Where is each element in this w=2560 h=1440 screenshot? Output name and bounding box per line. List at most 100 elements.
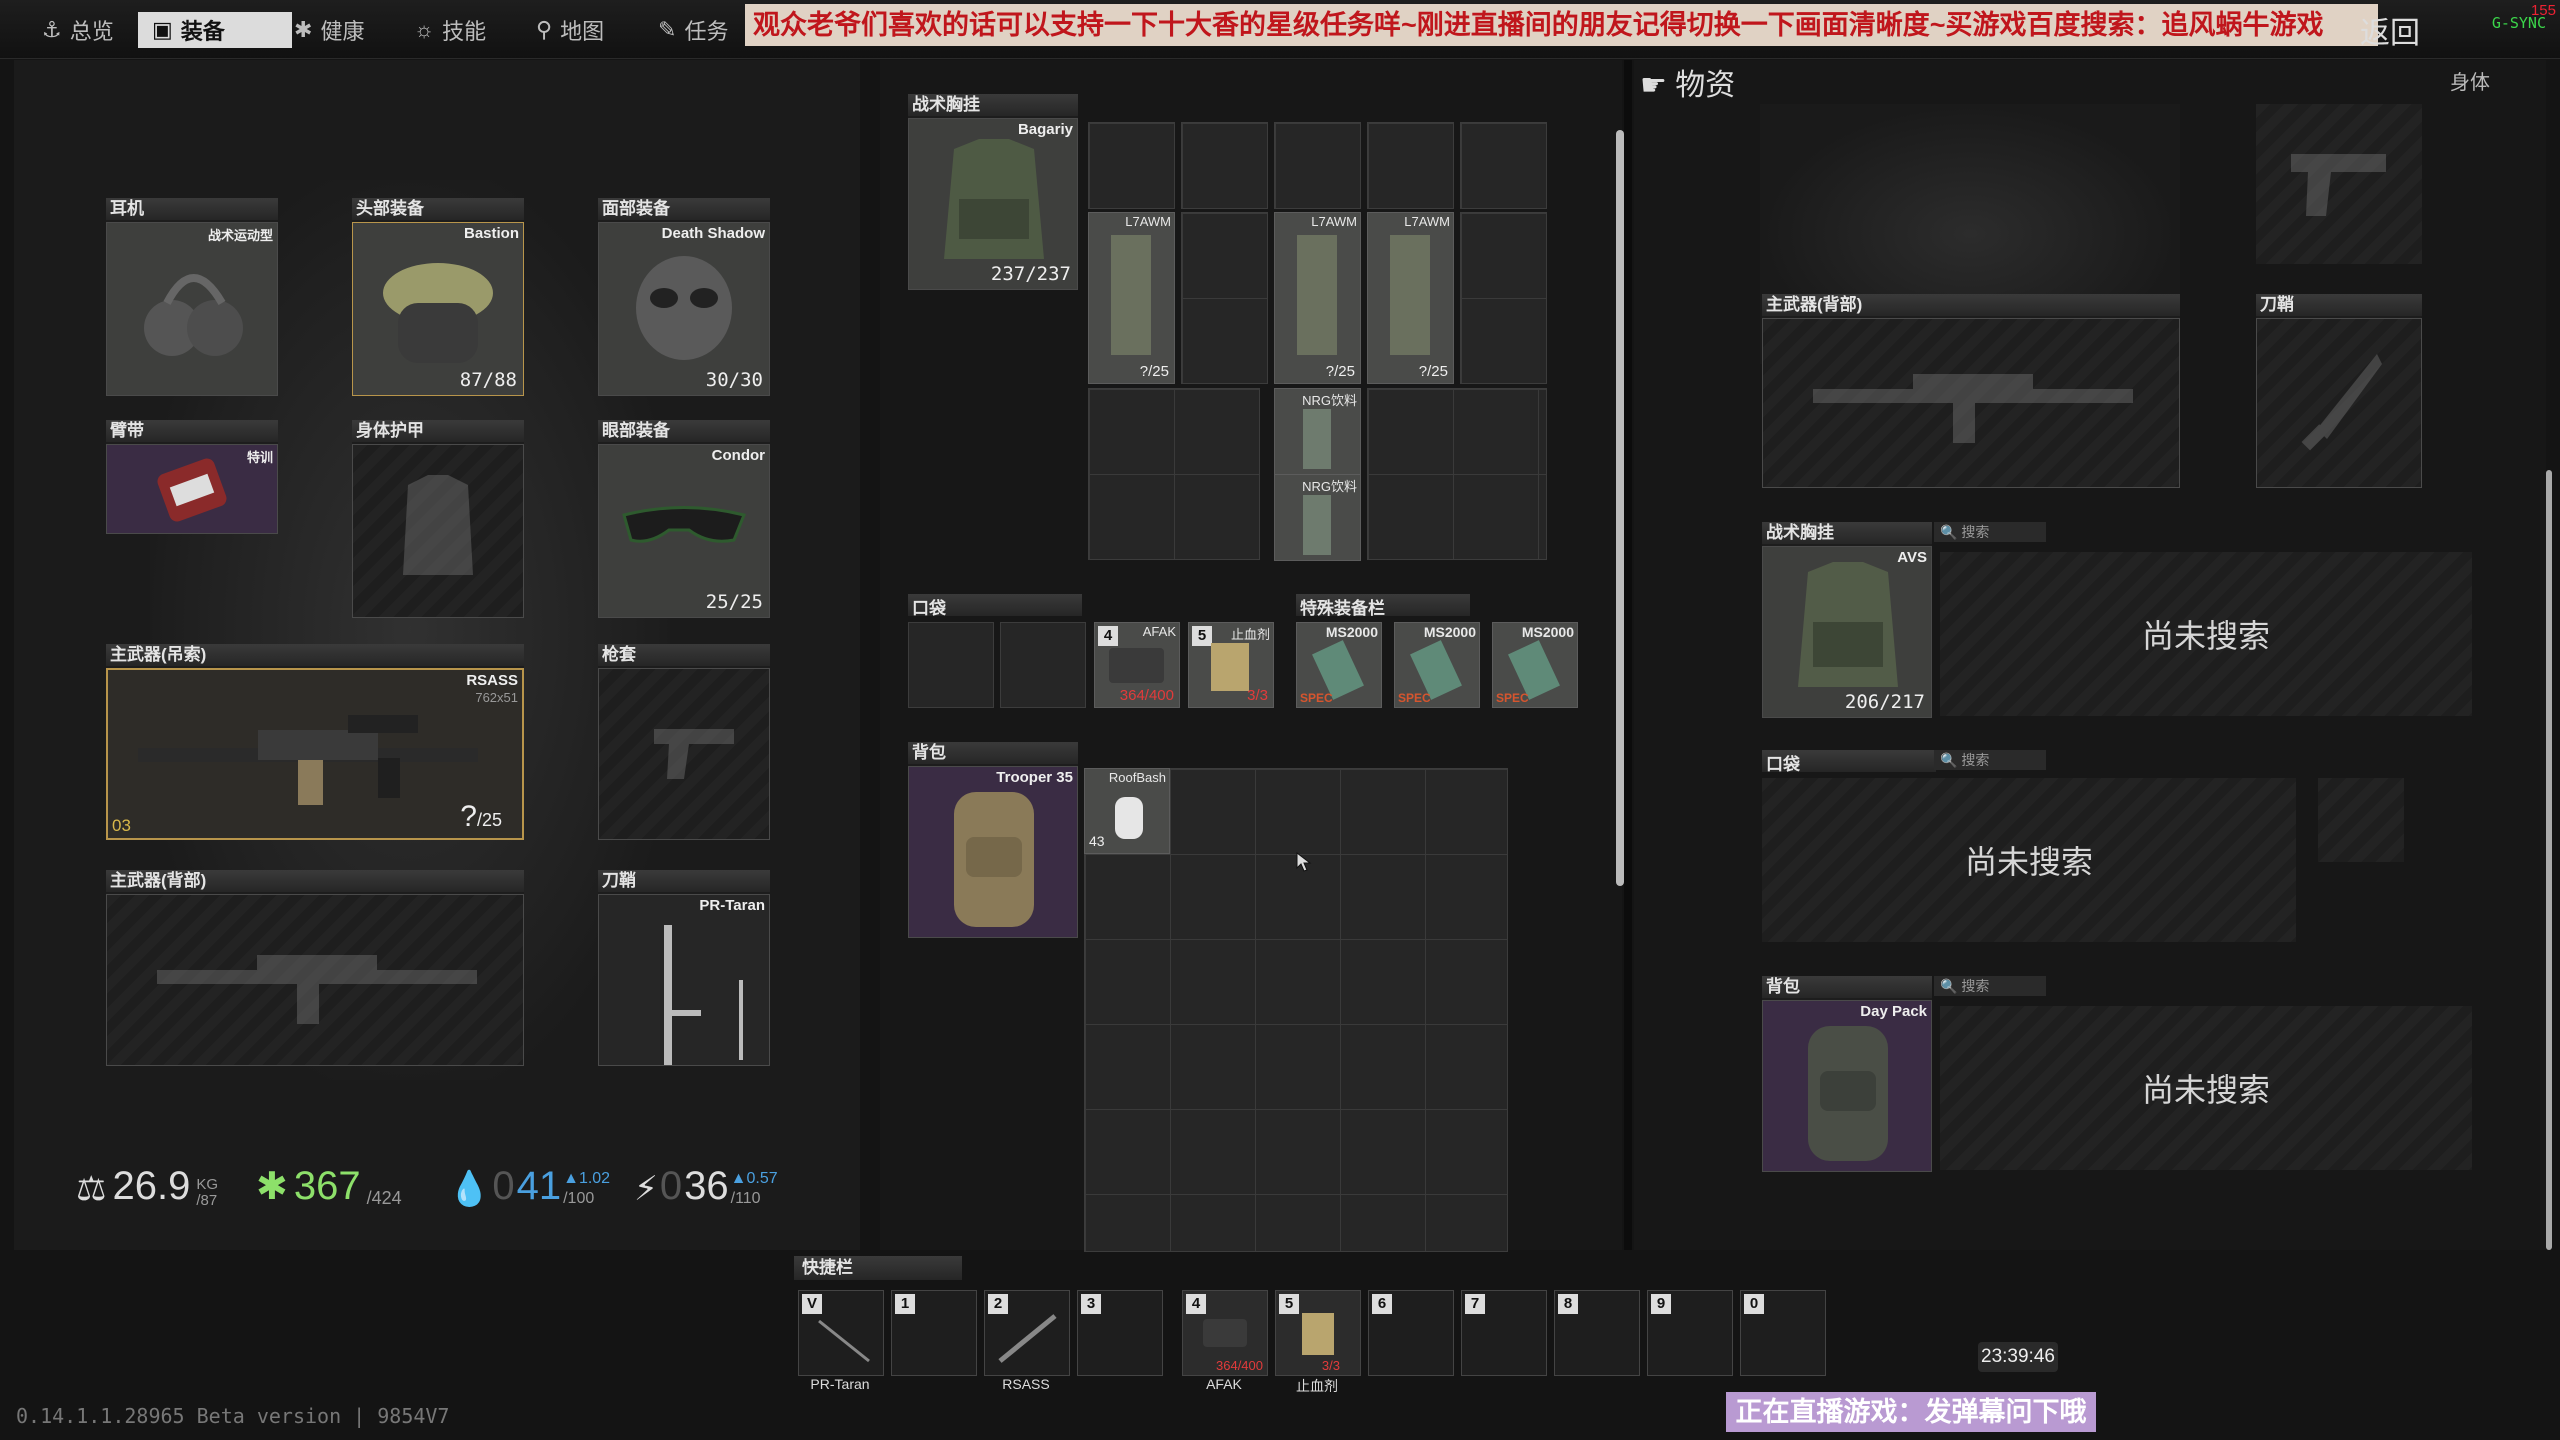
roofbash-item[interactable]: RoofBash 43	[1084, 768, 1170, 854]
loot-slot-backpack[interactable]: 背包 Day Pack	[1762, 976, 1932, 1172]
ammo-count: ?/25	[460, 800, 502, 833]
vest-icon	[944, 139, 1044, 259]
magazine-icon	[1390, 235, 1430, 355]
magazine-icon	[1111, 235, 1151, 355]
loot-pocket-cell[interactable]	[2318, 778, 2404, 862]
energy-drink-item[interactable]: NRG饮料	[1274, 474, 1361, 561]
loot-slot-primary-back[interactable]: 主武器(背部)	[1762, 294, 2180, 488]
pocket-cell[interactable]	[908, 622, 994, 708]
slot-primary-back[interactable]: 主武器(背部)	[106, 870, 524, 1066]
ms2000-item[interactable]: MS2000 SPEC	[1296, 622, 1382, 708]
pistol-placeholder-icon	[2291, 154, 2386, 216]
slot-eyewear[interactable]: 眼部装备 Condor 25/25	[598, 420, 770, 618]
rifle-placeholder-icon	[1813, 374, 2133, 443]
backpack-slot[interactable]: 背包 Trooper 35	[908, 742, 1078, 938]
panel-divider	[1624, 60, 1632, 1250]
water-drop-icon: 💧	[448, 1170, 491, 1208]
loot-title: ☛ 物资	[1640, 69, 1736, 102]
quick-slot-4[interactable]: 4 364/400	[1182, 1290, 1268, 1376]
can-icon	[1303, 495, 1331, 555]
magazine-item[interactable]: L7AWM ?/25	[1367, 212, 1454, 384]
ms2000-item[interactable]: MS2000 SPEC	[1492, 622, 1578, 708]
backpack-icon	[954, 792, 1034, 927]
tasks-icon: ✎	[658, 17, 677, 42]
energy-drink-item[interactable]: NRG饮料	[1274, 388, 1361, 475]
rig-cell[interactable]	[1088, 388, 1260, 560]
health-icon: ✱	[294, 17, 313, 42]
quick-label: AFAK	[1206, 1376, 1242, 1392]
rig-cell[interactable]	[1181, 212, 1268, 384]
rig-cell[interactable]	[1367, 122, 1454, 209]
quick-slot-v[interactable]: V	[798, 1290, 884, 1376]
tab-map[interactable]: ⚲ 地图	[522, 12, 618, 48]
quick-slot-7[interactable]: 7	[1461, 1290, 1547, 1376]
loot-slot-scabbard[interactable]: 刀鞘	[2256, 294, 2422, 488]
pockets-not-searched[interactable]: 尚未搜索	[1762, 778, 2296, 942]
quick-slot-6[interactable]: 6	[1368, 1290, 1454, 1376]
afak-item[interactable]: 4 AFAK 364/400	[1094, 622, 1180, 708]
quick-slot-5[interactable]: 5 3/3	[1275, 1290, 1361, 1376]
glasses-icon	[622, 506, 747, 543]
weight-stat: ⚖ 26.9 KG/87	[76, 1164, 219, 1209]
pockets-search-button[interactable]: 🔍 搜索	[1934, 750, 2046, 770]
rig-cell[interactable]	[1274, 122, 1361, 209]
quick-slot-9[interactable]: 9	[1647, 1290, 1733, 1376]
quick-label: RSASS	[1002, 1376, 1050, 1392]
clock: 23:39:46	[1978, 1342, 2058, 1372]
armor-placeholder-icon	[403, 475, 473, 575]
quick-slot-2[interactable]: 2	[984, 1290, 1070, 1376]
slot-body-armor[interactable]: 身体护甲	[352, 420, 524, 618]
quick-slot-1[interactable]: 1	[891, 1290, 977, 1376]
slot-holster[interactable]: 枪套	[598, 644, 770, 840]
medkit-icon	[1203, 1319, 1247, 1347]
backpack-not-searched[interactable]: 尚未搜索	[1940, 1006, 2472, 1170]
pockets-header: 口袋	[908, 594, 1082, 618]
rig-not-searched[interactable]: 尚未搜索	[1940, 552, 2472, 716]
quick-slot-8[interactable]: 8	[1554, 1290, 1640, 1376]
knife-placeholder-icon	[2301, 354, 2382, 451]
slot-headwear[interactable]: 头部装备 Bastion 87/88	[352, 198, 524, 396]
rig-cell[interactable]	[1460, 212, 1547, 384]
backpack-search-button[interactable]: 🔍 搜索	[1934, 976, 2046, 996]
loot-body-tab[interactable]: 身体	[2450, 66, 2490, 95]
containers-scrollbar[interactable]	[1616, 130, 1624, 886]
tab-gear[interactable]: ▣ 装备	[138, 12, 292, 48]
rifle-icon	[138, 715, 478, 805]
special-slots-header: 特殊装备栏	[1296, 594, 1470, 618]
mask-icon	[636, 256, 732, 360]
baton-icon	[664, 925, 743, 1065]
rig-cell[interactable]	[1460, 122, 1547, 209]
rig-search-button[interactable]: 🔍 搜索	[1934, 522, 2046, 542]
magazine-item[interactable]: L7AWM ?/25	[1088, 212, 1175, 384]
tab-overview[interactable]: ⚓ 总览	[28, 12, 128, 48]
slot-armband[interactable]: 臂带 特训	[106, 420, 278, 534]
slot-scabbard[interactable]: 刀鞘 PR-Taran	[598, 870, 770, 1066]
tab-health[interactable]: ✱ 健康	[280, 12, 378, 48]
loot-slot-rig[interactable]: 战术胸挂 AVS 206/217	[1762, 522, 1932, 718]
loot-holster-slot[interactable]	[2256, 104, 2422, 264]
slot-earpiece[interactable]: 耳机 战术运动型	[106, 198, 278, 396]
health-icon: ✱	[256, 1166, 288, 1208]
loot-scrollbar[interactable]	[2546, 470, 2552, 1250]
vest-icon: ▣	[152, 17, 173, 42]
hemostat-item[interactable]: 5 止血剂 3/3	[1188, 622, 1274, 708]
rig-cell[interactable]	[1181, 122, 1268, 209]
tab-skills[interactable]: ☼ 技能	[400, 12, 500, 48]
rig-cell[interactable]	[1367, 388, 1547, 560]
rig-cell[interactable]	[1088, 122, 1175, 209]
slot-primary-sling[interactable]: 主武器(吊索) RSASS 762x51 03 ?/25	[106, 644, 524, 840]
rifle-placeholder-icon	[157, 955, 477, 1024]
slot-faceshield[interactable]: 面部装备 Death Shadow 30/30	[598, 198, 770, 396]
pocket-cell[interactable]	[1000, 622, 1086, 708]
magazine-item[interactable]: L7AWM ?/25	[1274, 212, 1361, 384]
back-button[interactable]: 返回	[2360, 8, 2420, 52]
quick-slot-0[interactable]: 0	[1740, 1290, 1826, 1376]
headset-icon	[144, 274, 243, 356]
ms2000-item[interactable]: MS2000 SPEC	[1394, 622, 1480, 708]
rig-slot[interactable]: 战术胸挂 Bagariy 237/237	[908, 94, 1078, 290]
pointer-icon: ☛	[1640, 69, 1676, 102]
tab-tasks[interactable]: ✎ 任务	[644, 12, 742, 48]
quick-slot-3[interactable]: 3	[1077, 1290, 1163, 1376]
hydration-stat: 💧 0 41 ▲1.02/100	[448, 1164, 611, 1208]
location-icon: ⚲	[536, 17, 553, 42]
